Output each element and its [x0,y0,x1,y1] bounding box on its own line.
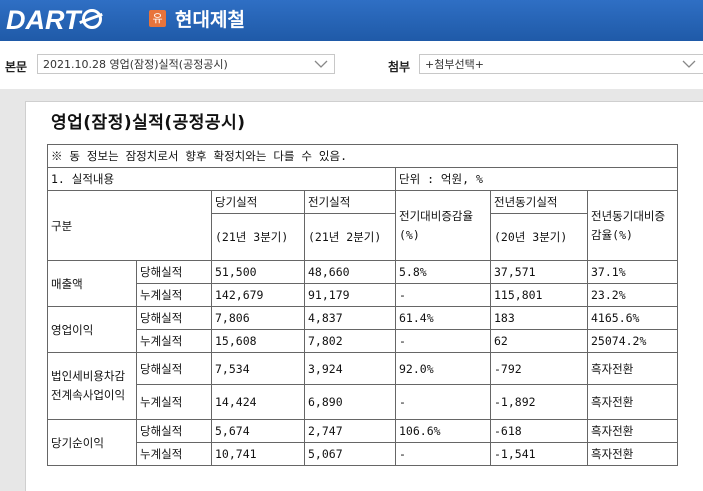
cell-prev: 7,802 [304,329,396,353]
notice-text: ※ 동 정보는 잠정치로서 향후 확정치와는 다를 수 있음. [47,144,678,168]
dart-logo[interactable]: DART [6,4,102,36]
row-sub: 누계실적 [136,384,212,420]
cell-current: 51,500 [211,260,305,284]
table-row: 당기순이익 당해실적 5,674 2,747 106.6% -618 흑자전환 [47,419,678,466]
cell-current: 142,679 [211,283,305,307]
row-sub: 누계실적 [136,283,212,307]
cell-yoy: 흑자전환 [587,352,678,385]
cell-last-year: 183 [490,306,588,330]
row-item: 당기순이익 [47,419,137,466]
unit-text: 단위 : 억원, % [395,167,678,191]
row-sub: 당해실적 [136,306,212,330]
header-yoy-period: (20년 3분기) [490,213,588,261]
attach-select-value: +첨부선택+ [425,58,484,71]
header-yoy-actual: 전년동기실적 [490,190,588,214]
table-row: 매출액 당해실적 51,500 48,660 5.8% 37,571 37.1% [47,260,678,307]
row-sub: 누계실적 [136,329,212,353]
cell-last-year: -618 [490,419,588,443]
cell-yoy: 4165.6% [587,306,678,330]
top-header: DART 유 현대제철 [0,0,703,41]
header-current-period: (21년 3분기) [211,213,305,261]
cell-last-year: 37,571 [490,260,588,284]
cell-qoq: - [395,283,491,307]
main-doc-select[interactable]: 2021.10.28 영업(잠정)실적(공정공시) [37,54,335,74]
row-sub: 누계실적 [136,442,212,466]
chevron-down-icon [682,60,696,68]
cell-current: 15,608 [211,329,305,353]
cell-prev: 4,837 [304,306,396,330]
logo-swoosh-icon [81,8,102,29]
cell-current: 5,674 [211,419,305,443]
cell-last-year: 115,801 [490,283,588,307]
attach-label: 첨부 [388,60,411,74]
row-item: 법인세비용차감전계속사업이익 [47,352,137,420]
row-sub: 당해실적 [136,352,212,385]
section-title: 1. 실적내용 [47,167,396,191]
table-row: 누계실적 15,608 7,802 - 62 25074.2% [48,329,678,353]
cell-qoq: - [395,329,491,353]
cell-prev: 3,924 [304,352,396,385]
cell-prev: 91,179 [304,283,396,307]
table-row: 누계실적 142,679 91,179 - 115,801 23.2% [48,283,678,307]
cell-yoy: 23.2% [587,283,678,307]
cell-yoy: 흑자전환 [587,442,678,466]
table-row: 영업이익 당해실적 7,806 4,837 61.4% 183 4165.6% [47,306,678,353]
header-current: 당기실적 [211,190,305,214]
cell-current: 7,806 [211,306,305,330]
company-name: 현대제철 [175,9,245,31]
header-prev-period: (21년 2분기) [304,213,396,261]
cell-prev: 2,747 [304,419,396,443]
row-sub: 당해실적 [136,260,212,284]
row-item: 매출액 [47,260,137,307]
header-group: 구분 [47,190,212,261]
results-table: ※ 동 정보는 잠정치로서 향후 확정치와는 다를 수 있음. 1. 실적내용 … [47,144,678,466]
page-title: 영업(잠정)실적(공정공시) [51,113,246,133]
cell-prev: 5,067 [304,442,396,466]
cell-qoq: 5.8% [395,260,491,284]
table-row: 누계실적 10,741 5,067 - -1,541 흑자전환 [48,442,678,466]
company-type-badge: 유 [149,10,166,27]
cell-last-year: -1,541 [490,442,588,466]
cell-yoy: 흑자전환 [587,419,678,443]
cell-yoy: 25074.2% [587,329,678,353]
cell-prev: 6,890 [304,384,396,420]
attach-select[interactable]: +첨부선택+ [419,54,703,74]
cell-prev: 48,660 [304,260,396,284]
header-qoq: 전기대비증감율(%) [395,190,491,261]
cell-yoy: 흑자전환 [587,384,678,420]
header-prev: 전기실적 [304,190,396,214]
cell-current: 14,424 [211,384,305,420]
row-sub: 당해실적 [136,419,212,443]
main-doc-label: 본문 [5,60,28,74]
cell-last-year: 62 [490,329,588,353]
cell-current: 7,534 [211,352,305,385]
cell-last-year: -1,892 [490,384,588,420]
cell-yoy: 37.1% [587,260,678,284]
row-item: 영업이익 [47,306,137,353]
table-row: 누계실적 14,424 6,890 - -1,892 흑자전환 [48,384,678,420]
chevron-down-icon [314,60,328,68]
cell-qoq: - [395,442,491,466]
cell-qoq: 61.4% [395,306,491,330]
cell-qoq: - [395,384,491,420]
cell-qoq: 92.0% [395,352,491,385]
cell-qoq: 106.6% [395,419,491,443]
cell-last-year: -792 [490,352,588,385]
document-selector-bar: 본문 2021.10.28 영업(잠정)실적(공정공시) 첨부 +첨부선택+ [0,41,703,89]
table-row: 법인세비용차감전계속사업이익 당해실적 7,534 3,924 92.0% -7… [47,352,678,420]
cell-current: 10,741 [211,442,305,466]
header-yoy: 전년동기대비증감율(%) [587,190,678,261]
main-doc-select-value: 2021.10.28 영업(잠정)실적(공정공시) [43,58,228,71]
